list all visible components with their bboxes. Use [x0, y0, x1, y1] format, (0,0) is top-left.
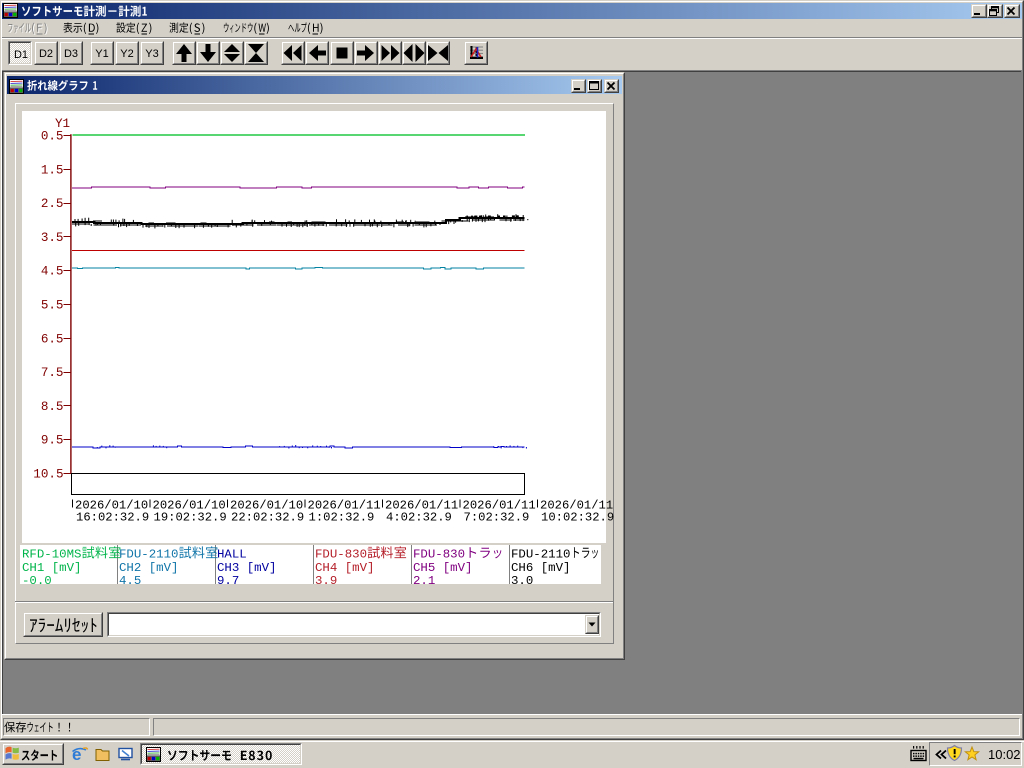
svg-text:7:02:32.9: 7:02:32.9	[464, 511, 530, 525]
svg-text:FDU-2110: FDU-2110	[119, 548, 179, 562]
svg-text:1.5: 1.5	[41, 163, 64, 177]
svg-text:16:02:32.9: 16:02:32.9	[76, 511, 149, 525]
svg-text:2.1: 2.1	[413, 574, 435, 588]
svg-text:D2: D2	[39, 48, 53, 60]
svg-text:3.5: 3.5	[41, 231, 64, 245]
svg-text:4.5: 4.5	[119, 574, 141, 588]
svg-text:0.5: 0.5	[41, 130, 64, 144]
svg-text:3.0: 3.0	[511, 574, 533, 588]
svg-text:9.5: 9.5	[41, 434, 64, 448]
svg-text:1:02:32.9: 1:02:32.9	[309, 511, 375, 525]
svg-text:9.7: 9.7	[217, 574, 239, 588]
svg-text:FDU-2110: FDU-2110	[511, 548, 571, 562]
svg-text:CH3 [mV]: CH3 [mV]	[217, 561, 277, 575]
svg-text:CH6 [mV]: CH6 [mV]	[511, 561, 571, 575]
svg-text:10.5: 10.5	[33, 468, 63, 482]
svg-text:CH1 [mV]: CH1 [mV]	[22, 561, 82, 575]
svg-text:2.5: 2.5	[41, 197, 64, 211]
svg-text:19:02:32.9: 19:02:32.9	[154, 511, 227, 525]
svg-text:CH4 [mV]: CH4 [mV]	[315, 561, 375, 575]
svg-text:6.5: 6.5	[41, 332, 64, 346]
svg-text:4.5: 4.5	[41, 265, 64, 279]
svg-text:10:02:32.9: 10:02:32.9	[541, 511, 614, 525]
svg-text:Y3: Y3	[145, 48, 158, 60]
svg-text:3.9: 3.9	[315, 574, 337, 588]
svg-text:D1: D1	[14, 49, 28, 61]
svg-text:CH5 [mV]: CH5 [mV]	[413, 561, 473, 575]
svg-text:CH2 [mV]: CH2 [mV]	[119, 561, 179, 575]
svg-text:HALL: HALL	[217, 548, 247, 562]
svg-text:Y1: Y1	[95, 48, 108, 60]
svg-text:10:02: 10:02	[988, 747, 1021, 762]
svg-text:5.5: 5.5	[41, 299, 64, 313]
svg-text:22:02:32.9: 22:02:32.9	[231, 511, 304, 525]
svg-text:Y2: Y2	[120, 48, 133, 60]
svg-text:4:02:32.9: 4:02:32.9	[386, 511, 452, 525]
svg-text:RFD-10MS: RFD-10MS	[22, 548, 82, 562]
svg-text:7.5: 7.5	[41, 366, 64, 380]
svg-text:D3: D3	[64, 48, 78, 60]
svg-text:8.5: 8.5	[41, 400, 64, 414]
svg-text:-0.0: -0.0	[22, 574, 52, 588]
svg-text:FDU-830: FDU-830	[315, 548, 367, 562]
svg-text:FDU-830: FDU-830	[413, 548, 465, 562]
